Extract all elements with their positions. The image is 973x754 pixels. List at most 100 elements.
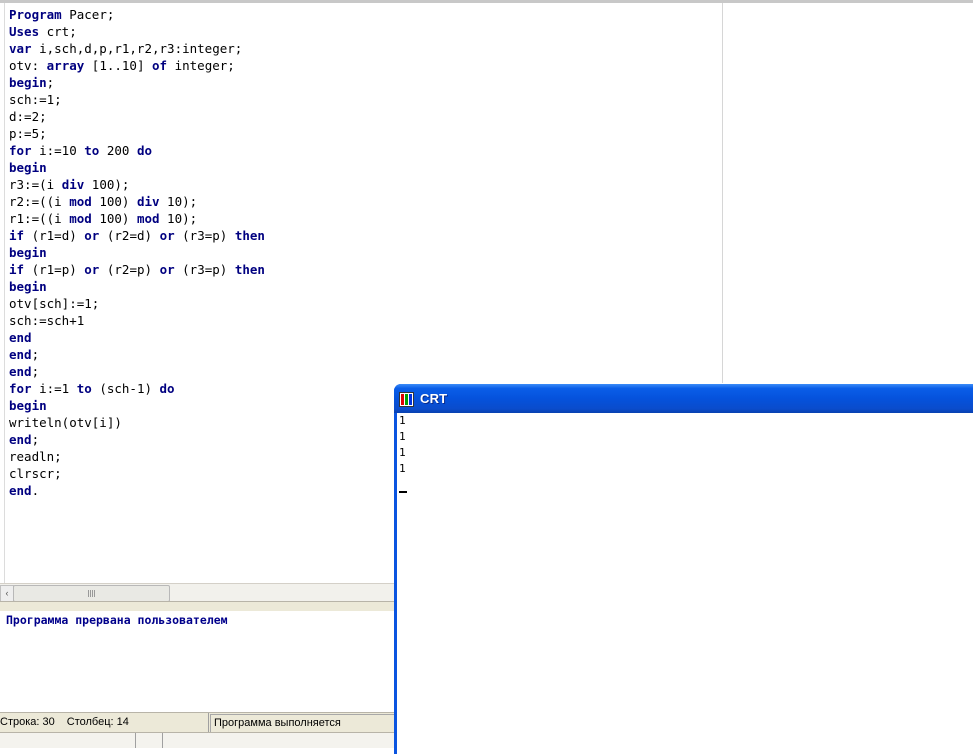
keyword: mod	[136, 211, 160, 226]
code-line: begin	[9, 244, 265, 261]
keyword: end	[9, 330, 32, 345]
code-text: r1:=((i	[9, 211, 70, 226]
code-line: Program Pacer;	[9, 6, 265, 23]
code-line: if (r1=d) or (r2=d) or (r3=p) then	[9, 227, 265, 244]
console-line: 1	[399, 414, 406, 427]
crt-app-icon[interactable]	[399, 392, 414, 407]
console-line: 1	[399, 446, 406, 459]
code-text: ;	[46, 75, 55, 90]
code-line: p:=5;	[9, 125, 265, 142]
keyword: to	[76, 381, 92, 396]
code-text: ;	[31, 364, 40, 379]
code-line: d:=2;	[9, 108, 265, 125]
bottom-strip	[0, 732, 400, 748]
keyword: end	[9, 483, 32, 498]
code-line: r1:=((i mod 100) mod 10);	[9, 210, 265, 227]
code-text: .	[31, 483, 40, 498]
keyword: Uses	[9, 24, 40, 39]
code-text: writeln(otv[i])	[9, 415, 122, 430]
crt-console[interactable]: 1 1 1 1	[397, 413, 973, 754]
keyword: mod	[69, 194, 92, 209]
output-message: Программа прервана пользователем	[6, 613, 228, 627]
keyword: array	[46, 58, 85, 73]
code-line: otv[sch]:=1;	[9, 295, 265, 312]
keyword: div	[136, 194, 160, 209]
code-text: p:=5;	[9, 126, 47, 141]
code-text: (r1=d)	[24, 228, 85, 243]
scrollbar-grip-icon	[88, 590, 95, 597]
code-text: ;	[31, 347, 40, 362]
code-text: 100)	[91, 211, 137, 226]
code-line: readln;	[9, 448, 265, 465]
keyword: to	[84, 143, 100, 158]
program-state: Программа выполняется	[210, 714, 404, 733]
code-line: sch:=1;	[9, 91, 265, 108]
code-line: begin;	[9, 74, 265, 91]
keyword: begin	[9, 279, 47, 294]
code-line: r2:=((i mod 100) div 10);	[9, 193, 265, 210]
code-text: otv[sch]:=1;	[9, 296, 100, 311]
code-line: begin	[9, 397, 265, 414]
code-line: clrscr;	[9, 465, 265, 482]
code-text: clrscr;	[9, 466, 62, 481]
crt-title: CRT	[420, 391, 448, 406]
crt-window[interactable]: CRT 1 1 1 1	[394, 384, 973, 754]
code-text: sch:=1;	[9, 92, 62, 107]
keyword: or	[84, 228, 100, 243]
keyword: do	[136, 143, 153, 158]
code-line: r3:=(i div 100);	[9, 176, 265, 193]
code-text: (r1=p)	[24, 262, 85, 277]
keyword: end	[9, 432, 32, 447]
editor-left-border	[4, 3, 5, 585]
status-bar: Строка: 30 Столбец: 14 Программа выполняе…	[0, 712, 404, 733]
code-line: begin	[9, 159, 265, 176]
code-text: [1..10]	[84, 58, 153, 73]
keyword: begin	[9, 160, 47, 175]
code-line: for i:=10 to 200 do	[9, 142, 265, 159]
line-number: Строка: 30	[0, 716, 55, 728]
code-text: otv:	[9, 58, 47, 73]
code-line: end;	[9, 363, 265, 380]
keyword: of	[152, 58, 168, 73]
code-text: (r2=d)	[99, 228, 160, 243]
console-cursor	[399, 491, 407, 493]
code-text: ;	[31, 432, 40, 447]
output-pane: Программа прервана пользователем	[0, 611, 400, 712]
strip-divider	[162, 733, 163, 748]
keyword: end	[9, 347, 32, 362]
code-text: readln;	[9, 449, 62, 464]
keyword: if	[9, 228, 25, 243]
strip-divider	[135, 733, 136, 748]
console-line: 1	[399, 462, 406, 475]
code-line: end;	[9, 346, 265, 363]
cursor-position: Строка: 30 Столбец: 14	[0, 713, 209, 732]
keyword: begin	[9, 398, 47, 413]
keyword: then	[234, 262, 265, 277]
source-code[interactable]: Program Pacer; Uses crt; var i,sch,d,p,r1,…	[9, 6, 265, 499]
console-line: 1	[399, 430, 406, 443]
keyword: mod	[69, 211, 92, 226]
code-text: i:=10	[31, 143, 85, 158]
code-line: var i,sch,d,p,r1,r2,r3:integer;	[9, 40, 265, 57]
code-text: r2:=((i	[9, 194, 70, 209]
keyword: begin	[9, 75, 47, 90]
keyword: for	[9, 143, 32, 158]
code-text: 200	[99, 143, 137, 158]
code-line: begin	[9, 278, 265, 295]
keyword: or	[84, 262, 100, 277]
crt-titlebar[interactable]: CRT	[394, 384, 973, 413]
scroll-left-arrow-icon[interactable]: ‹	[0, 585, 14, 602]
keyword: var	[9, 41, 32, 56]
code-text: i,sch,d,p,r1,r2,r3:integer;	[31, 41, 243, 56]
code-text: (r3=p)	[174, 228, 235, 243]
scrollbar-thumb[interactable]	[13, 585, 170, 602]
keyword: begin	[9, 245, 47, 260]
code-line: Uses crt;	[9, 23, 265, 40]
horizontal-scrollbar[interactable]: ‹	[0, 583, 400, 602]
code-line: sch:=sch+1	[9, 312, 265, 329]
code-line: end;	[9, 431, 265, 448]
code-line: end.	[9, 482, 265, 499]
code-line: writeln(otv[i])	[9, 414, 265, 431]
code-text: crt;	[39, 24, 77, 39]
keyword: end	[9, 364, 32, 379]
